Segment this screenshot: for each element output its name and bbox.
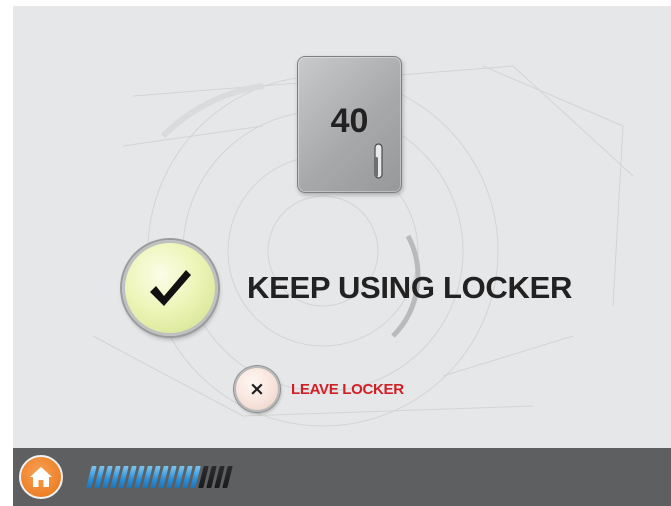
locker-screen: 40 KEEP USING LOCKER × LEAVE LOCKER (13, 6, 671, 506)
locker-number: 40 (330, 102, 369, 140)
keep-using-locker-label[interactable]: KEEP USING LOCKER (247, 270, 572, 306)
locker-door: 40 (297, 56, 402, 193)
footer-bar (13, 448, 671, 506)
keep-using-locker-button[interactable] (122, 240, 218, 336)
keep-using-locker-option[interactable]: KEEP USING LOCKER (122, 240, 602, 336)
x-icon: × (249, 377, 265, 400)
home-button[interactable] (19, 455, 63, 499)
leave-locker-option[interactable]: × LEAVE LOCKER (234, 364, 404, 414)
progress-indicator (86, 464, 233, 490)
locker-handle-icon (374, 143, 383, 179)
leave-locker-label[interactable]: LEAVE LOCKER (291, 381, 404, 398)
home-icon (30, 467, 52, 487)
checkmark-icon (150, 270, 191, 306)
leave-locker-button[interactable]: × (234, 366, 280, 412)
